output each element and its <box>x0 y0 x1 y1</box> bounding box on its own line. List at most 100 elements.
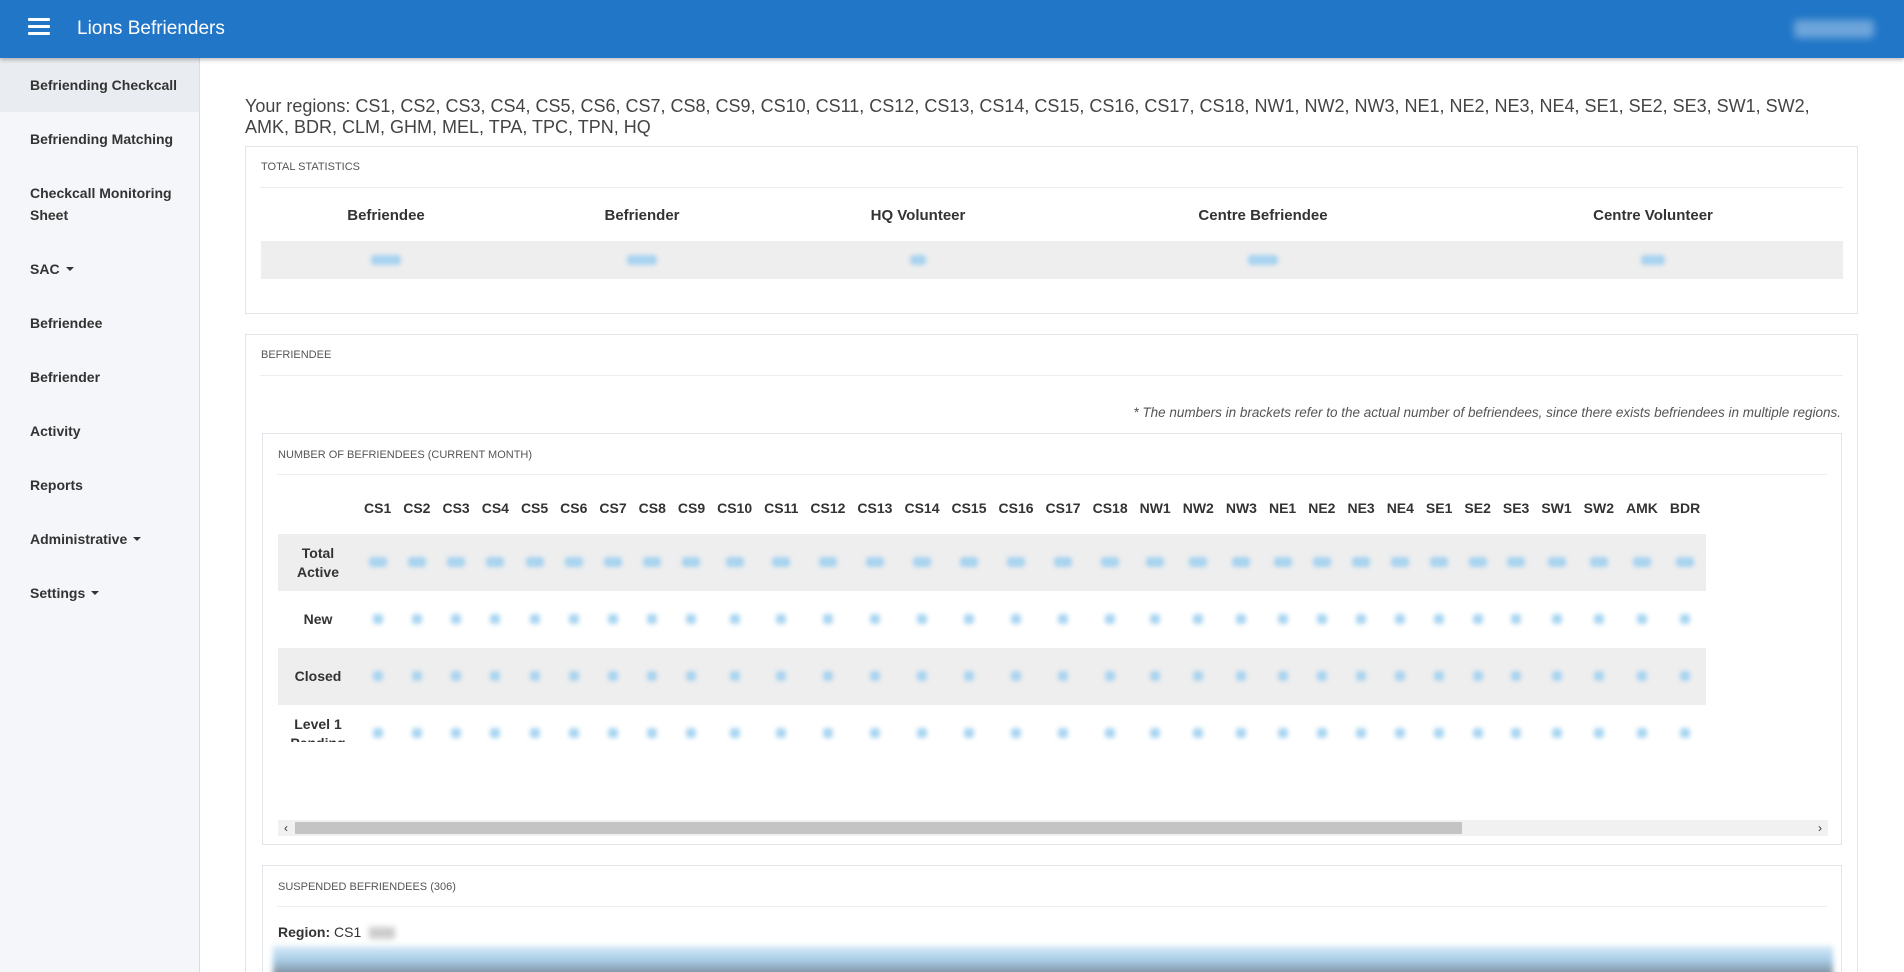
sidebar-item-befriendee[interactable]: Befriendee <box>0 296 199 350</box>
blurred-value[interactable] <box>564 556 583 567</box>
blurred-value[interactable] <box>1150 613 1161 624</box>
blurred-value[interactable] <box>1277 670 1288 681</box>
blurred-value[interactable] <box>411 670 422 681</box>
blurred-value[interactable] <box>1641 255 1665 265</box>
blurred-value[interactable] <box>869 670 880 681</box>
blurred-value[interactable] <box>686 613 697 624</box>
blurred-value[interactable] <box>451 670 462 681</box>
blurred-value[interactable] <box>960 556 978 567</box>
blurred-value[interactable] <box>1472 670 1483 681</box>
blurred-value[interactable] <box>1316 613 1327 624</box>
blurred-value[interactable] <box>776 670 787 681</box>
blurred-value[interactable] <box>1430 556 1449 567</box>
blurred-value[interactable] <box>568 727 579 738</box>
blurred-value[interactable] <box>1395 670 1406 681</box>
sidebar-item-reports[interactable]: Reports <box>0 458 199 512</box>
blurred-value[interactable] <box>529 670 540 681</box>
blurred-value[interactable] <box>608 613 619 624</box>
blurred-value[interactable] <box>1316 670 1327 681</box>
blurred-value[interactable] <box>1636 727 1647 738</box>
blurred-value[interactable] <box>529 613 540 624</box>
blurred-value[interactable] <box>1593 613 1604 624</box>
blurred-value[interactable] <box>964 727 974 738</box>
blurred-value[interactable] <box>1352 556 1371 567</box>
blurred-value[interactable] <box>1011 670 1022 681</box>
blurred-value[interactable] <box>447 556 466 567</box>
blurred-value[interactable] <box>372 670 383 681</box>
chevron-left-icon[interactable]: ‹ <box>278 820 294 836</box>
blurred-value[interactable] <box>1232 556 1251 567</box>
horizontal-scrollbar[interactable]: ‹ › <box>278 820 1828 836</box>
blurred-value[interactable] <box>822 727 833 738</box>
blurred-value[interactable] <box>822 670 833 681</box>
blurred-value[interactable] <box>1236 727 1247 738</box>
blurred-value[interactable] <box>490 670 501 681</box>
hamburger-icon[interactable] <box>28 18 50 40</box>
blurred-value[interactable] <box>964 613 974 624</box>
blurred-value[interactable] <box>647 613 658 624</box>
blurred-value[interactable] <box>1189 556 1208 567</box>
blurred-value[interactable] <box>1472 613 1483 624</box>
blurred-value[interactable] <box>1193 613 1204 624</box>
blurred-value[interactable] <box>1236 670 1247 681</box>
blurred-value[interactable] <box>1395 613 1406 624</box>
blurred-value[interactable] <box>869 613 880 624</box>
blurred-value[interactable] <box>1150 727 1161 738</box>
blurred-value[interactable] <box>1472 727 1483 738</box>
user-menu[interactable] <box>1794 20 1874 38</box>
sidebar-item-sac[interactable]: SAC <box>0 242 199 296</box>
blurred-value[interactable] <box>822 613 833 624</box>
blurred-value[interactable] <box>411 727 422 738</box>
blurred-value[interactable] <box>910 255 926 265</box>
blurred-value[interactable] <box>964 670 974 681</box>
blurred-value[interactable] <box>1101 556 1120 567</box>
blurred-value[interactable] <box>568 670 579 681</box>
blurred-value[interactable] <box>729 670 740 681</box>
blurred-value[interactable] <box>1680 727 1691 738</box>
blurred-value[interactable] <box>568 613 579 624</box>
blurred-value[interactable] <box>486 556 505 567</box>
blurred-value[interactable] <box>686 727 697 738</box>
blurred-value[interactable] <box>1058 670 1069 681</box>
app-title[interactable]: Lions Befrienders <box>77 18 225 40</box>
blurred-value[interactable] <box>1277 727 1288 738</box>
blurred-value[interactable] <box>772 556 791 567</box>
blurred-value[interactable] <box>1236 613 1247 624</box>
blurred-value[interactable] <box>1105 613 1116 624</box>
blurred-value[interactable] <box>1593 727 1604 738</box>
blurred-value[interactable] <box>1146 556 1165 567</box>
blurred-value[interactable] <box>1589 556 1608 567</box>
blurred-value[interactable] <box>1058 613 1069 624</box>
blurred-value[interactable] <box>1551 727 1562 738</box>
blurred-value[interactable] <box>1636 613 1647 624</box>
blurred-value[interactable] <box>490 613 501 624</box>
blurred-value[interactable] <box>1391 556 1410 567</box>
blurred-value[interactable] <box>686 670 697 681</box>
blurred-value[interactable] <box>1058 727 1069 738</box>
blurred-value[interactable] <box>1468 556 1487 567</box>
blurred-value[interactable] <box>1551 613 1562 624</box>
blurred-value[interactable] <box>608 727 619 738</box>
blurred-value[interactable] <box>411 613 422 624</box>
blurred-value[interactable] <box>1011 727 1022 738</box>
blurred-value[interactable] <box>1434 670 1445 681</box>
blurred-value[interactable] <box>1150 670 1161 681</box>
blurred-value[interactable] <box>869 727 880 738</box>
befriendee-grid-scroll[interactable]: CS1 CS2 CS3 CS4 CS5 CS6 CS7 CS8 CS9 CS10 CS11 CS12 C… <box>278 482 1828 742</box>
blurred-value[interactable] <box>647 727 658 738</box>
blurred-value[interactable] <box>1593 670 1604 681</box>
blurred-value[interactable] <box>1680 670 1691 681</box>
blurred-value[interactable] <box>490 727 501 738</box>
blurred-value[interactable] <box>1636 670 1647 681</box>
sidebar-item-befriender[interactable]: Befriender <box>0 350 199 404</box>
blurred-value[interactable] <box>865 556 884 567</box>
blurred-value[interactable] <box>1356 727 1367 738</box>
blurred-value[interactable] <box>1316 727 1327 738</box>
blurred-value[interactable] <box>776 727 787 738</box>
blurred-value[interactable] <box>371 255 401 265</box>
blurred-value[interactable] <box>1680 613 1691 624</box>
blurred-value[interactable] <box>916 613 927 624</box>
blurred-value[interactable] <box>1547 556 1566 567</box>
blurred-value[interactable] <box>1193 727 1204 738</box>
chevron-right-icon[interactable]: › <box>1812 820 1828 836</box>
